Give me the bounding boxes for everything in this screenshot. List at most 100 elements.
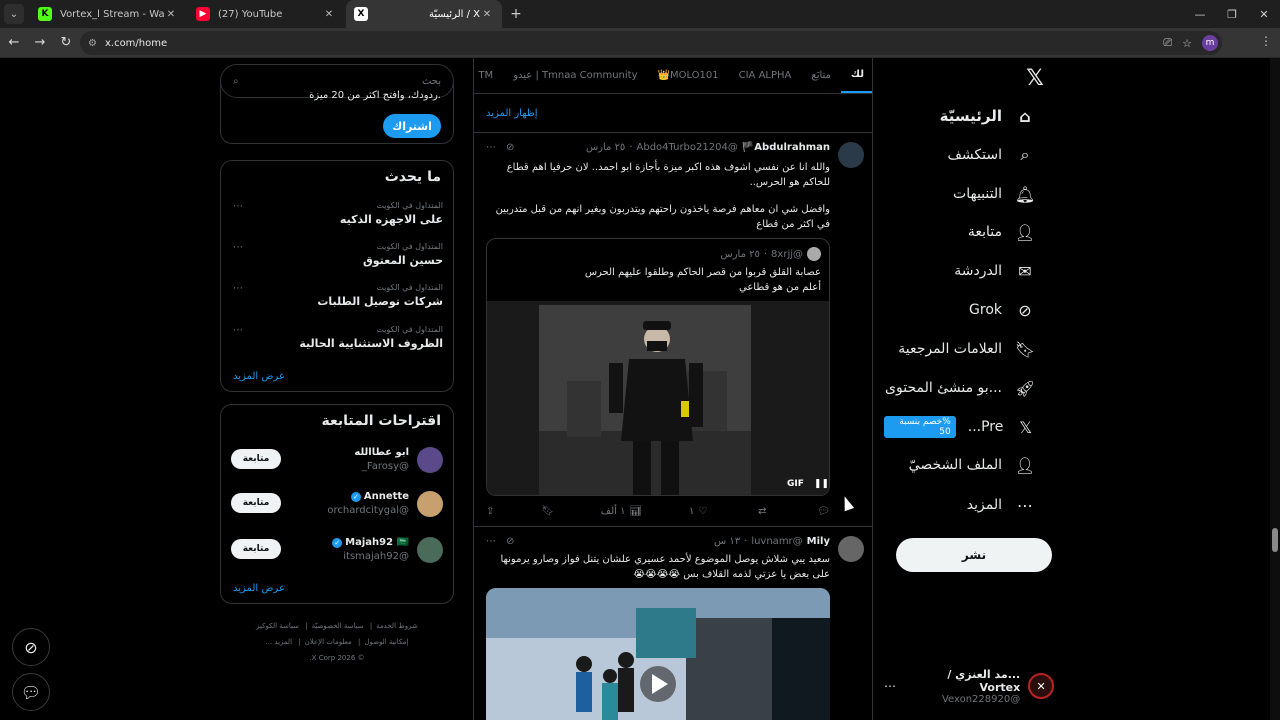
more-icon[interactable]: ⋯: [233, 242, 243, 253]
grok-icon[interactable]: ⊘: [506, 536, 514, 547]
nav-grok[interactable]: ⊘ Grok: [969, 295, 1036, 325]
author-name[interactable]: Mily: [807, 536, 830, 547]
subscribe-button[interactable]: اشتراك: [383, 114, 441, 138]
avatar[interactable]: [417, 491, 443, 517]
trend-item[interactable]: المتداول في الكويت الظروف الاستثنايية ال…: [221, 325, 453, 365]
avatar[interactable]: [838, 536, 864, 562]
tab-tmnaa-community[interactable]: Tmnaa Community | عيدو: [503, 58, 647, 93]
tab-molo101[interactable]: MOLO101👑: [648, 58, 729, 93]
back-icon[interactable]: ←: [2, 31, 26, 55]
nav-profile[interactable]: 👤︎ الملف الشخصيّ: [909, 450, 1036, 480]
author-handle[interactable]: @Abdo4Turbo21204: [637, 142, 738, 153]
gif-media[interactable]: GIF ❚❚: [487, 301, 829, 495]
more-icon[interactable]: ⋯: [884, 679, 896, 693]
tweet-time[interactable]: ١٣ س: [714, 536, 740, 547]
post-button[interactable]: نشر: [896, 538, 1052, 572]
nav-premium[interactable]: 𝕏 Pre... %خصم بنسبة 50: [880, 412, 1036, 442]
avatar[interactable]: [417, 447, 443, 473]
tweet[interactable]: Abdulrahman🏴 @Abdo4Turbo21204 · ٢٥ مارس …: [474, 134, 872, 527]
reload-icon[interactable]: ↻: [54, 31, 78, 55]
trend-item[interactable]: المتداول في الكويت حسين المعتوق ⋯: [221, 242, 453, 282]
messages-floating-button[interactable]: 💬︎: [12, 673, 50, 711]
nav-notifications[interactable]: 🔔︎ التنبيهات: [953, 179, 1036, 209]
grok-icon[interactable]: ⊘: [506, 142, 514, 153]
tab-search-button[interactable]: ⌄: [4, 4, 24, 24]
tweet[interactable]: Mily @luvnamr · ١٣ س ⋯ ⊘ سعيد يبي شلاش يو…: [474, 528, 872, 720]
x-logo-icon[interactable]: 𝕏: [1020, 66, 1050, 96]
address-bar[interactable]: ⚙ x.com/home ⎚ ☆ m: [80, 31, 1222, 55]
footer-more[interactable]: المزيد ...: [266, 638, 293, 646]
show-more-posts[interactable]: إظهار المزيد: [474, 95, 872, 133]
footer-terms[interactable]: شروط الخدمة: [376, 622, 418, 630]
follow-button[interactable]: متابعة: [231, 449, 281, 469]
more-icon[interactable]: ⋯: [486, 142, 496, 153]
trends-show-more[interactable]: عرض المزيد: [233, 371, 285, 382]
account-switcher[interactable]: ✕ ...مد العنزي / Vortex @Vexon228920 ⋯: [884, 666, 1054, 706]
restore-icon[interactable]: ❐: [1216, 0, 1248, 28]
forward-icon[interactable]: →: [28, 31, 52, 55]
footer-privacy[interactable]: سياسة الخصوصيّة: [312, 622, 364, 630]
author-handle[interactable]: @luvnamr: [751, 536, 802, 547]
retweet-button[interactable]: ⇄: [754, 506, 766, 517]
tab-tm[interactable]: TM: [474, 58, 503, 93]
trend-item[interactable]: المتداول في الكويت شركات توصيل الطلبات ⋯: [221, 283, 453, 323]
browser-tab-kick[interactable]: K Vortex_l Stream - Watch Live o ✕: [30, 0, 186, 28]
install-app-icon[interactable]: ⎚: [1163, 36, 1172, 50]
close-icon[interactable]: ✕: [480, 9, 494, 20]
menu-icon[interactable]: ⋮: [1260, 34, 1272, 48]
page-scrollbar[interactable]: [1270, 58, 1280, 720]
like-button[interactable]: ♡ ١: [689, 506, 707, 517]
follow-button[interactable]: متابعة: [231, 539, 281, 559]
tab-following[interactable]: متابَع: [801, 58, 841, 93]
site-info-icon[interactable]: ⚙: [88, 38, 97, 49]
nav-home[interactable]: ⌂ الرئيسيّة: [940, 101, 1036, 131]
profile-avatar[interactable]: m: [1202, 35, 1218, 51]
author-name[interactable]: Abdulrahman🏴: [742, 142, 830, 153]
share-button[interactable]: ⇪: [486, 506, 494, 517]
browser-tab-x[interactable]: X الرئيسيّة / X ✕: [346, 0, 502, 28]
more-icon[interactable]: ⋯: [233, 283, 243, 294]
video-media[interactable]: [486, 588, 830, 720]
more-icon[interactable]: ⋯: [233, 201, 243, 212]
minimize-icon[interactable]: —: [1184, 0, 1216, 28]
scrollbar-thumb[interactable]: [1272, 528, 1278, 552]
follow-button[interactable]: متابعة: [231, 493, 281, 513]
tweet-text: والله انا عن نفسي اشوف هذه اكبر ميزة بأج…: [506, 162, 830, 188]
tab-for-you[interactable]: لك: [840, 58, 872, 93]
nav-bookmarks[interactable]: 🔖︎ العلامات المرجعية: [898, 334, 1036, 364]
follow-icon: 👤︎: [1014, 222, 1036, 242]
close-window-icon[interactable]: ✕: [1248, 0, 1280, 28]
close-icon[interactable]: ✕: [164, 9, 178, 20]
grok-floating-button[interactable]: ⊘: [12, 628, 50, 666]
premium-discount-badge: %خصم بنسبة 50: [884, 416, 956, 438]
views-button[interactable]: 📊︎ ١ ألف: [601, 506, 642, 517]
close-icon[interactable]: ✕: [322, 9, 336, 20]
footer-cookies[interactable]: سياسة الكوكيز: [256, 622, 299, 630]
avatar[interactable]: [838, 142, 864, 168]
footer-ads-info[interactable]: معلومات الإعلان: [305, 638, 352, 646]
new-tab-button[interactable]: +: [504, 6, 528, 22]
nav-chat[interactable]: ✉ الدردشة: [954, 256, 1036, 286]
follow-suggestion[interactable]: Annette ✓ @orchardcitygal متابعة: [221, 485, 453, 529]
gif-label: GIF: [787, 479, 804, 489]
tab-cia-alpha[interactable]: CIA ALPHA: [729, 58, 802, 93]
quoted-tweet[interactable]: @8xrjj · ٢٥ مارس عصابة القلق قربوا من قص…: [486, 238, 830, 496]
reply-button[interactable]: 💬︎: [813, 506, 830, 517]
nav-explore[interactable]: ⌕ استكشف: [947, 140, 1036, 170]
more-icon[interactable]: ⋯: [233, 325, 243, 336]
avatar[interactable]: [417, 537, 443, 563]
nav-creator-studio[interactable]: 🚀︎ ...بو منشئ المحتوى: [885, 373, 1036, 403]
nav-more[interactable]: ⋯ المزيد: [967, 490, 1036, 520]
nav-follow[interactable]: 👤︎ متابعة: [968, 217, 1036, 247]
wtf-show-more[interactable]: عرض المزيد: [233, 583, 285, 594]
bookmark-button[interactable]: 🔖︎: [541, 506, 554, 517]
bookmark-star-icon[interactable]: ☆: [1182, 37, 1192, 50]
follow-suggestion[interactable]: ابو عطاالله @Farosy_ متابعة: [221, 441, 453, 485]
follow-suggestion[interactable]: Majah92 🇸🇦 ✓ @itsmajah92 متابعة: [221, 531, 453, 575]
tweet-time[interactable]: ٢٥ مارس: [586, 142, 625, 153]
browser-tab-youtube[interactable]: ▶ (27) YouTube ✕: [188, 0, 344, 28]
footer-accessibility[interactable]: إمكانية الوصول: [364, 638, 408, 646]
trend-item[interactable]: المتداول في الكويت على الاجهزه الذكيه ⋯: [221, 201, 453, 241]
more-icon[interactable]: ⋯: [486, 536, 496, 547]
pause-icon[interactable]: ❚❚: [814, 479, 829, 489]
